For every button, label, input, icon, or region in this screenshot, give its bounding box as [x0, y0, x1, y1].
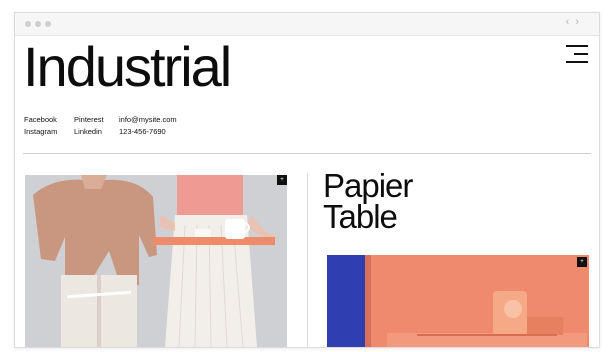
- product-title-line1: Papier: [323, 167, 413, 204]
- site-title[interactable]: Industrial: [23, 39, 232, 95]
- browser-window: ‹› Industrial Facebook Instagram Pintere…: [14, 12, 600, 348]
- product-title[interactable]: Papier Table: [323, 167, 413, 235]
- product-photo-models[interactable]: +: [25, 175, 287, 347]
- window-dot-close[interactable]: [25, 21, 31, 27]
- hamburger-menu-icon[interactable]: [566, 43, 588, 65]
- contact-info: info@mysite.com 123-456-7690: [119, 114, 177, 138]
- pinterest-link[interactable]: Pinterest: [74, 114, 104, 126]
- phone-number: 123-456-7690: [119, 127, 166, 136]
- models-illustration: [25, 175, 287, 347]
- window-dot-minimize[interactable]: [35, 21, 41, 27]
- window-titlebar: ‹›: [15, 13, 599, 36]
- linkedin-link[interactable]: Linkedin: [74, 126, 104, 138]
- forward-arrow-icon[interactable]: ›: [575, 16, 585, 28]
- column-divider: [307, 173, 308, 347]
- expand-plus-icon[interactable]: +: [277, 175, 287, 185]
- facebook-link[interactable]: Facebook: [24, 114, 57, 126]
- social-links-col2: Pinterest Linkedin: [74, 114, 104, 138]
- product-title-line2: Table: [323, 198, 398, 235]
- window-dot-maximize[interactable]: [45, 21, 51, 27]
- back-arrow-icon[interactable]: ‹: [566, 16, 576, 28]
- product-photo-table[interactable]: +: [327, 255, 589, 347]
- header-divider: [23, 153, 591, 154]
- email-link[interactable]: info@mysite.com: [119, 114, 177, 126]
- table-illustration: [327, 255, 589, 347]
- expand-plus-icon[interactable]: +: [577, 257, 587, 267]
- social-links-col1: Facebook Instagram: [24, 114, 57, 138]
- instagram-link[interactable]: Instagram: [24, 126, 57, 138]
- nav-arrows: ‹›: [566, 16, 585, 28]
